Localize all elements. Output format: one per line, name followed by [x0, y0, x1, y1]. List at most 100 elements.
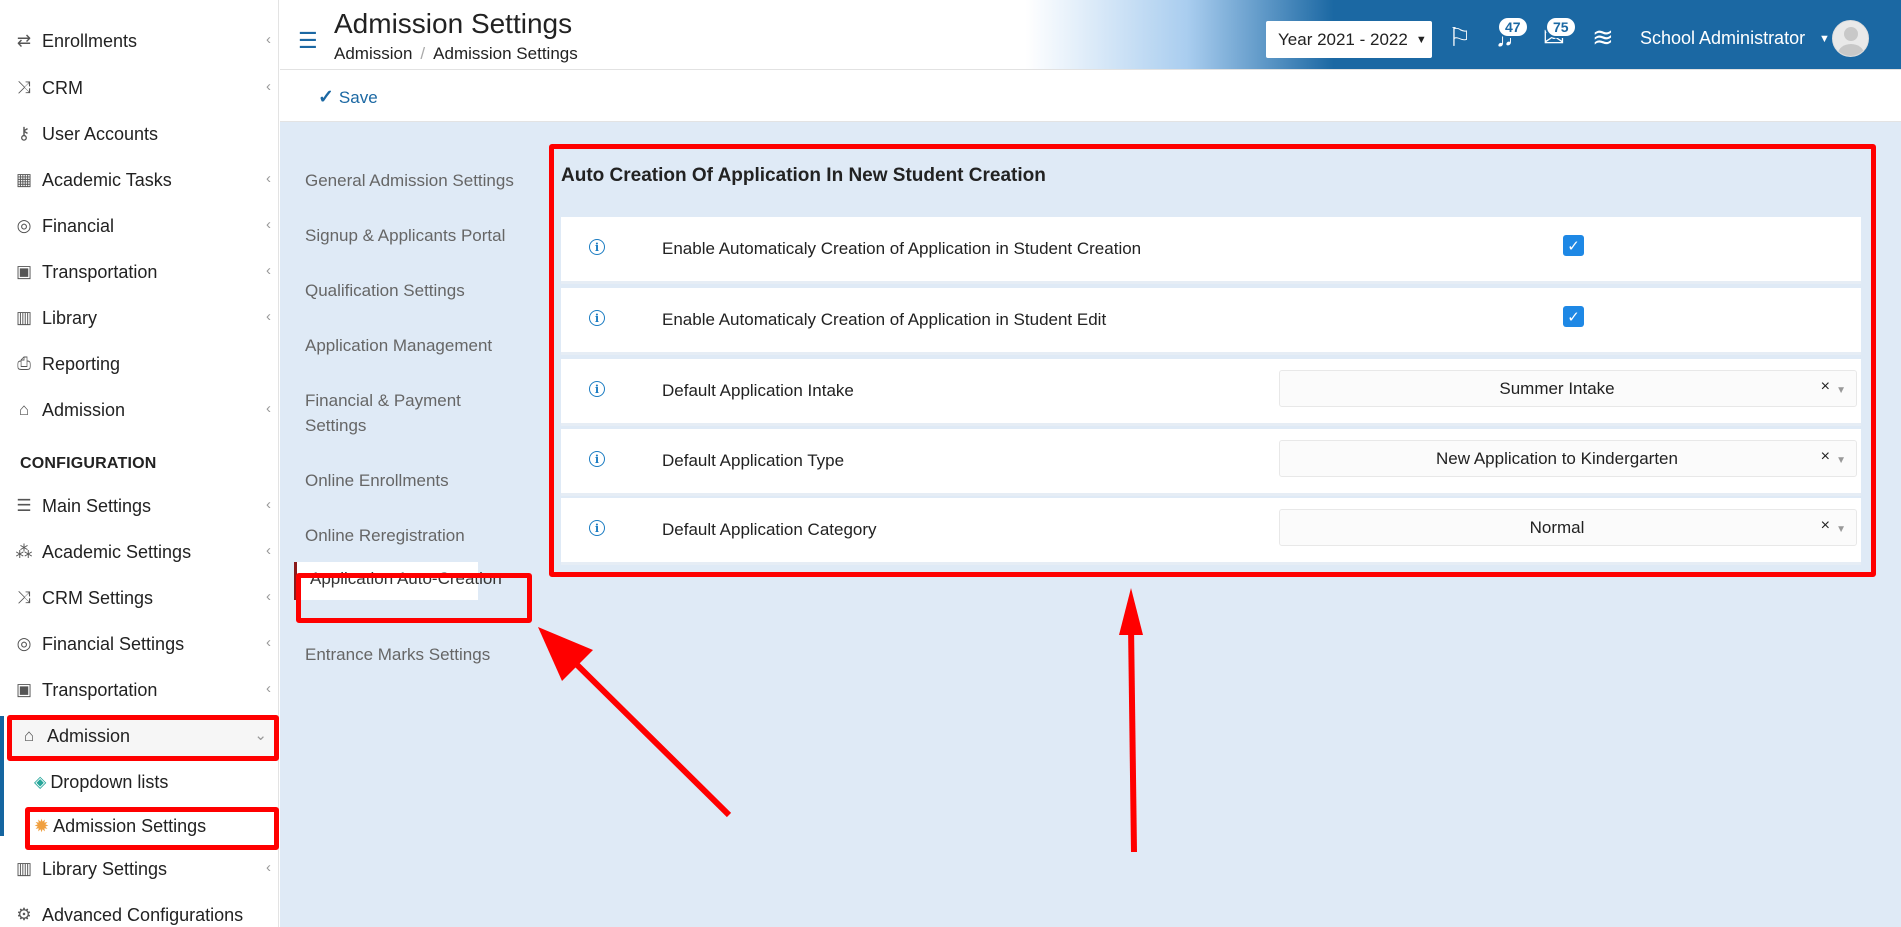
annotation-box-nav-item	[296, 573, 532, 623]
sidebar-item-financial[interactable]: ◎ Financial ‹	[0, 206, 279, 246]
sidebar-item-label: Academic Tasks	[42, 169, 172, 190]
nav-item-general-admission-settings[interactable]: General Admission Settings	[305, 168, 514, 193]
shuffle-icon: ⤨	[17, 78, 31, 97]
layers-icon: ◈	[34, 774, 47, 791]
sidebar-section-title: CONFIGURATION	[20, 455, 157, 472]
annotation-box-panel	[549, 144, 1876, 577]
sidebar-item-label: Transportation	[42, 679, 158, 700]
user-name[interactable]: School Administrator	[1640, 28, 1805, 49]
nav-item-online-reregistration[interactable]: Online Reregistration	[305, 523, 465, 548]
sidebar-item-financial-settings[interactable]: ◎ Financial Settings ‹	[0, 624, 279, 664]
nav-item-signup-applicants-portal[interactable]: Signup & Applicants Portal	[305, 223, 505, 248]
breadcrumb: Admission / Admission Settings	[334, 44, 578, 64]
sidebar-item-label: User Accounts	[42, 123, 159, 144]
sidebar-item-crm[interactable]: ⤨ CRM ‹	[0, 68, 279, 108]
caret-down-icon[interactable]: ▼	[1819, 33, 1830, 45]
sidebar-item-label: Academic Settings	[42, 541, 192, 562]
sidebar-item-reporting[interactable]: ⎙ Reporting	[0, 344, 279, 384]
sidebar-item-transportation[interactable]: ▣ Transportation ‹	[0, 252, 279, 292]
chevron-left-icon: ‹	[266, 496, 271, 513]
shuffle-icon: ⤨	[17, 588, 31, 607]
sidebar-item-label: CRM Settings	[42, 587, 154, 608]
chevron-left-icon: ‹	[266, 588, 271, 605]
menu-icon[interactable]: ☰	[298, 28, 318, 54]
sidebar-item-advanced-configurations[interactable]: ⚙ Advanced Configurations	[0, 895, 279, 927]
flag-icon[interactable]: ⚐	[1448, 22, 1471, 53]
grid-icon: ▦	[15, 170, 33, 189]
top-header: ☰ Admission Settings Admission / Admission…	[280, 0, 1901, 70]
sidebar-item-label: Enrollments	[42, 30, 138, 51]
chevron-left-icon: ‹	[266, 262, 271, 279]
avatar[interactable]	[1832, 20, 1869, 57]
sidebar-subitem-label: Dropdown lists	[50, 771, 169, 792]
sidebar-item-user-accounts[interactable]: ⚷ User Accounts	[0, 114, 279, 154]
sidebar-item-label: Financial	[42, 215, 115, 236]
breadcrumb-item[interactable]: Admission	[334, 44, 412, 63]
sidebar-item-label: CRM	[42, 77, 83, 98]
sidebar-item-label: Advanced Configurations	[42, 904, 244, 925]
chevron-left-icon: ‹	[266, 170, 271, 187]
toolbar: ✓ Save	[280, 71, 1901, 122]
year-select-value: Year 2021 - 2022	[1278, 29, 1408, 49]
institution-icon: ⌂	[18, 400, 30, 419]
sidebar-item-label: Main Settings	[42, 495, 152, 516]
sidebar-item-main-settings[interactable]: ☰ Main Settings ‹	[0, 486, 279, 526]
coins-icon: ◎	[16, 634, 32, 653]
check-icon: ✓	[318, 87, 334, 108]
save-button[interactable]: ✓ Save	[318, 86, 378, 109]
sidebar-item-enrollments[interactable]: ⇄ Enrollments ‹	[0, 21, 279, 61]
sidebar: ⇄ Enrollments ‹ ⤨ CRM ‹ ⚷ User Accounts …	[0, 0, 279, 927]
sidebar-item-label: Admission	[42, 399, 126, 420]
notifications-badge: 47	[1497, 16, 1529, 38]
sliders-icon: ☰	[16, 496, 32, 515]
sidebar-item-label: Reporting	[42, 353, 121, 374]
exchange-icon: ⇄	[16, 31, 32, 50]
breadcrumb-separator: /	[420, 44, 426, 63]
books-icon: ▥	[15, 859, 33, 878]
sidebar-item-admission[interactable]: ⌂ Admission ‹	[0, 390, 279, 430]
sidebar-item-label: Financial Settings	[42, 633, 185, 654]
chevron-left-icon: ‹	[266, 31, 271, 48]
sidebar-item-library[interactable]: ▥ Library ‹	[0, 298, 279, 338]
sidebar-item-academic-settings[interactable]: ⁂ Academic Settings ‹	[0, 532, 279, 572]
annotation-box-sidebar-admission	[7, 715, 279, 761]
books-icon: ▥	[15, 308, 33, 327]
chevron-left-icon: ‹	[266, 680, 271, 697]
coins-icon: ◎	[16, 216, 32, 235]
sidebar-item-academic-tasks[interactable]: ▦ Academic Tasks ‹	[0, 160, 279, 200]
nav-item-financial-payment-settings[interactable]: Financial & Payment Settings	[305, 388, 485, 438]
users-icon: ⁂	[15, 542, 33, 561]
chevron-left-icon: ‹	[266, 308, 271, 325]
sidebar-item-transportation-settings[interactable]: ▣ Transportation ‹	[0, 670, 279, 710]
annotation-box-sidebar-admission-settings	[25, 807, 279, 850]
nav-item-online-enrollments[interactable]: Online Enrollments	[305, 468, 449, 493]
sidebar-active-indicator	[0, 716, 4, 836]
page-title: Admission Settings	[334, 8, 573, 39]
sidebar-subitem-dropdown-lists[interactable]: ◈ Dropdown lists	[34, 764, 168, 800]
messages-badge: 75	[1545, 16, 1577, 38]
chevron-left-icon: ‹	[266, 216, 271, 233]
sidebar-item-label: Library	[42, 307, 98, 328]
printer-icon: ⎙	[17, 354, 31, 373]
gears-icon: ⚙	[16, 905, 32, 924]
breadcrumb-item: Admission Settings	[433, 44, 578, 63]
nav-item-application-management[interactable]: Application Management	[305, 333, 492, 358]
bus-icon: ▣	[15, 680, 33, 699]
chevron-left-icon: ‹	[266, 400, 271, 417]
year-select[interactable]: Year 2021 - 2022 ▼	[1266, 21, 1432, 58]
key-icon: ⚷	[17, 124, 31, 143]
chevron-left-icon: ‹	[266, 542, 271, 559]
sidebar-item-label: Transportation	[42, 261, 158, 282]
sidebar-item-library-settings[interactable]: ▥ Library Settings ‹	[0, 849, 279, 889]
nav-item-qualification-settings[interactable]: Qualification Settings	[305, 278, 465, 303]
chevron-left-icon: ‹	[266, 78, 271, 95]
sidebar-item-label: Library Settings	[42, 858, 168, 879]
layers-plus-icon[interactable]: ≋	[1592, 22, 1614, 53]
nav-item-entrance-marks-settings[interactable]: Entrance Marks Settings	[305, 642, 490, 667]
bus-icon: ▣	[15, 262, 33, 281]
chevron-left-icon: ‹	[266, 634, 271, 651]
save-button-label: Save	[338, 87, 378, 107]
caret-down-icon: ▼	[1415, 33, 1427, 46]
sidebar-item-crm-settings[interactable]: ⤨ CRM Settings ‹	[0, 578, 279, 618]
chevron-left-icon: ‹	[266, 859, 271, 876]
